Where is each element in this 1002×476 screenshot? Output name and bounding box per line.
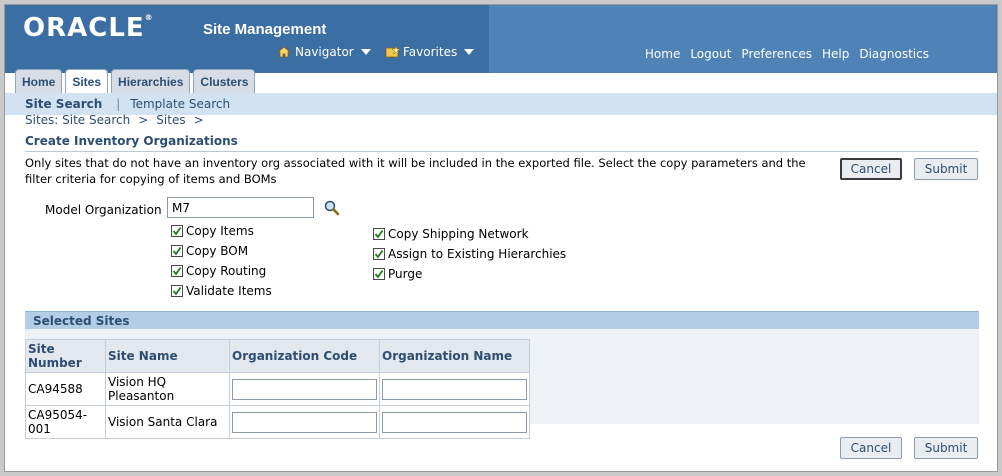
assign-hierarchies-checkbox[interactable]: Assign to Existing Hierarchies [373,247,566,261]
tab-bar: Home Sites Hierarchies Clusters [15,69,256,93]
site-number-cell: CA94588 [25,372,106,406]
purge-checkbox[interactable]: Purge [373,267,422,281]
organization-name-input[interactable] [382,411,527,433]
checkbox-label: Copy Items [186,224,254,238]
organization-code-input[interactable] [232,411,377,433]
checkmark-icon [172,226,182,236]
title-divider [25,151,979,152]
navigator-label: Navigator [295,45,354,59]
table-header-row: Site Number Site Name Organization Code … [25,339,530,373]
org-code-cell [229,405,380,439]
site-name-cell: Vision HQ Pleasanton [105,372,230,406]
home-link[interactable]: Home [645,47,680,61]
site-name-cell: Vision Santa Clara [105,405,230,439]
organization-name-input[interactable] [382,378,527,400]
org-code-cell [229,372,380,406]
cancel-button-bottom[interactable]: Cancel [840,437,902,459]
favorites-label: Favorites [403,45,458,59]
copy-routing-checkbox[interactable]: Copy Routing [171,264,266,278]
header-right-band [489,5,997,73]
breadcrumb: Sites: Site Search > Sites > [25,113,204,127]
checkbox-box [171,265,183,277]
chevron-down-icon [360,49,371,55]
checkmark-icon [374,229,384,239]
checkbox-label: Copy Routing [186,264,267,278]
preferences-link[interactable]: Preferences [741,47,812,61]
tab-sites[interactable]: Sites [65,69,109,93]
selected-sites-table: Site Number Site Name Organization Code … [25,339,530,439]
tab-home[interactable]: Home [15,69,63,93]
help-link[interactable]: Help [822,47,849,61]
checkmark-icon [172,246,182,256]
cancel-button[interactable]: Cancel [840,158,902,180]
checkbox-box [373,268,385,280]
copy-shipping-network-checkbox[interactable]: Copy Shipping Network [373,227,529,241]
column-header-site-number: Site Number [25,339,106,373]
subnav-separator: | [116,97,121,111]
submit-button[interactable]: Submit [914,158,978,180]
organization-code-input[interactable] [232,378,377,400]
checkbox-box [373,228,385,240]
site-number-cell: CA95054-001 [25,405,106,439]
checkmark-icon [374,249,384,259]
org-name-cell [379,405,530,439]
logo-mark: ® [144,13,153,22]
checkbox-label: Validate Items [186,284,272,298]
checkmark-icon [172,266,182,276]
app-window: ORACLE® Site Management Navigator Favori… [4,4,998,472]
checkmark-icon [172,286,182,296]
column-header-site-name: Site Name [105,339,230,373]
breadcrumb-separator: > [193,113,204,127]
subtab-template-search[interactable]: Template Search [130,97,230,111]
subtab-site-search[interactable]: Site Search [25,97,102,111]
model-organization-label: Model Organization [45,203,162,217]
checkbox-label: Purge [388,267,423,281]
page-title: Create Inventory Organizations [25,134,238,148]
table-row: CA94588 Vision HQ Pleasanton [25,372,530,406]
global-links: Home Logout Preferences Help Diagnostics [645,47,929,61]
app-title: Site Management [203,21,327,38]
sub-navigation: Site Search | Template Search [5,93,997,115]
tab-clusters[interactable]: Clusters [193,69,256,93]
breadcrumb-sites[interactable]: Sites [156,113,185,127]
oracle-logo: ORACLE® [23,13,153,43]
logout-link[interactable]: Logout [690,47,731,61]
column-header-org-code: Organization Code [229,339,380,373]
tab-hierarchies[interactable]: Hierarchies [111,69,191,93]
favorites-icon [385,45,401,58]
submit-button-bottom[interactable]: Submit [914,437,978,459]
favorites-menu[interactable]: Favorites [385,45,475,59]
navigator-menu[interactable]: Navigator [277,45,371,59]
copy-items-checkbox[interactable]: Copy Items [171,224,254,238]
breadcrumb-site-search[interactable]: Sites: Site Search [25,113,130,127]
logo-text: ORACLE [23,13,145,43]
column-header-org-name: Organization Name [379,339,530,373]
chevron-down-icon [464,49,475,55]
org-name-cell [379,372,530,406]
breadcrumb-separator: > [138,113,149,127]
validate-items-checkbox[interactable]: Validate Items [171,284,272,298]
search-icon[interactable] [323,199,341,217]
instructions-text: Only sites that do not have an inventory… [25,156,806,186]
table-row: CA95054-001 Vision Santa Clara [25,405,530,439]
diagnostics-link[interactable]: Diagnostics [859,47,929,61]
home-icon [277,46,291,58]
copy-bom-checkbox[interactable]: Copy BOM [171,244,248,258]
model-organization-input[interactable] [167,197,314,218]
checkbox-label: Copy BOM [186,244,249,258]
checkmark-icon [374,269,384,279]
checkbox-box [171,245,183,257]
checkbox-box [171,225,183,237]
section-title: Selected Sites [33,314,130,328]
checkbox-label: Assign to Existing Hierarchies [388,247,567,261]
checkbox-box [171,285,183,297]
selected-sites-header: Selected Sites [25,311,979,329]
checkbox-box [373,248,385,260]
checkbox-label: Copy Shipping Network [388,227,529,241]
header-bar: ORACLE® Site Management Navigator Favori… [5,5,997,73]
